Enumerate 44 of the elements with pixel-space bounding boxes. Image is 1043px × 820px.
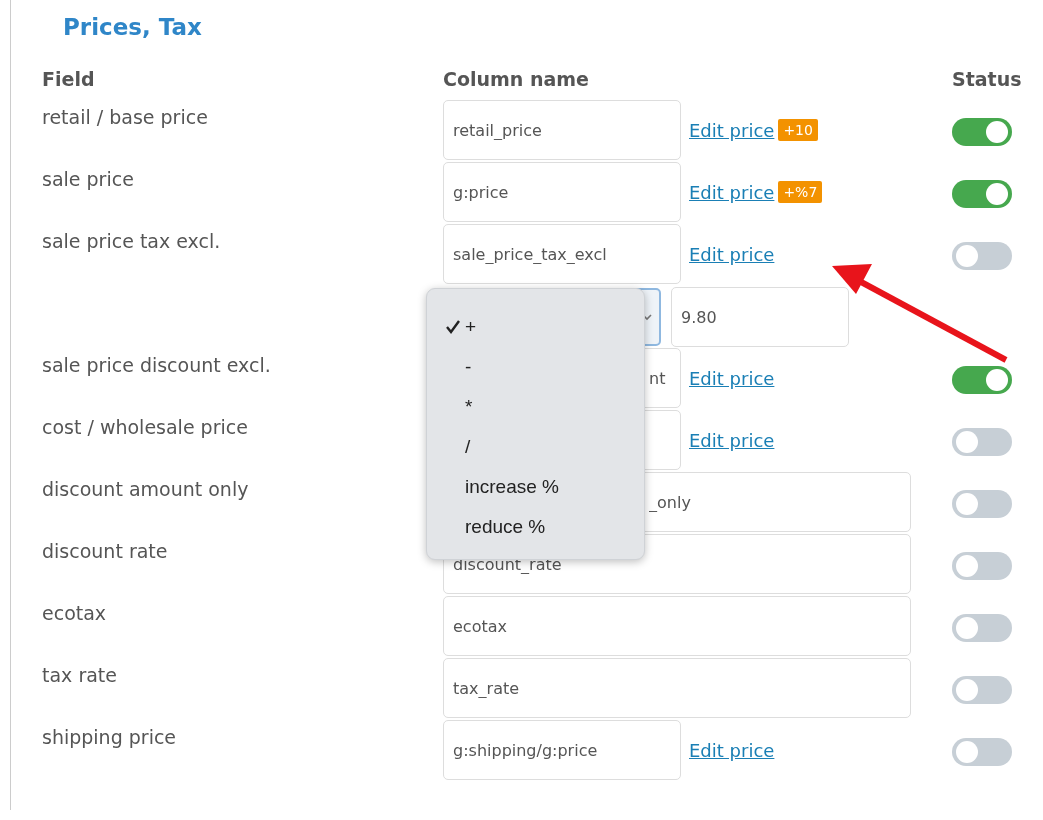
edit-price-link[interactable]: Edit price <box>689 739 775 761</box>
menu-option[interactable]: - <box>427 347 472 387</box>
field-label: sale price tax excl. <box>42 229 222 254</box>
field-label: cost / wholesale price <box>42 415 249 440</box>
column-name-input[interactable]: sale_price_tax_excl <box>443 224 681 284</box>
column-name-input[interactable]: retail_price <box>443 100 681 160</box>
amount-input[interactable]: 9.80 <box>671 287 849 347</box>
field-label: sale price <box>42 167 135 192</box>
price-adjustment-badge: +10 <box>778 119 818 141</box>
field-label: shipping price <box>42 725 178 750</box>
price-adjustment-badge: +%7 <box>778 181 823 203</box>
edit-price-link[interactable]: Edit price <box>689 119 775 141</box>
status-toggle[interactable] <box>952 180 1012 208</box>
status-toggle[interactable] <box>952 738 1012 766</box>
edit-price-link[interactable]: Edit price <box>689 181 775 203</box>
status-toggle[interactable] <box>952 366 1012 394</box>
section-title: Prices, Tax <box>63 14 203 42</box>
status-toggle[interactable] <box>952 614 1012 642</box>
status-toggle[interactable] <box>952 242 1012 270</box>
field-label: sale price discount excl. <box>42 353 272 378</box>
column-header: Field <box>42 67 96 92</box>
check-icon <box>445 319 461 335</box>
column-header: Column name <box>443 67 590 92</box>
field-label: discount amount only <box>42 477 250 502</box>
status-toggle[interactable] <box>952 552 1012 580</box>
status-toggle[interactable] <box>952 118 1012 146</box>
column-name-input[interactable]: ecotax <box>443 596 911 656</box>
column-name-input[interactable]: tax_rate <box>443 658 911 718</box>
edit-price-link[interactable]: Edit price <box>689 429 775 451</box>
field-label: ecotax <box>42 601 108 626</box>
edit-price-link[interactable]: Edit price <box>689 367 775 389</box>
menu-option[interactable]: / <box>427 427 471 467</box>
edit-price-link[interactable]: Edit price <box>689 243 775 265</box>
column-name-input[interactable]: g:shipping/g:price <box>443 720 681 780</box>
status-toggle[interactable] <box>952 428 1012 456</box>
menu-option[interactable]: + <box>427 307 477 347</box>
column-name-input[interactable]: g:price <box>443 162 681 222</box>
status-toggle[interactable] <box>952 676 1012 704</box>
field-label: retail / base price <box>42 105 209 130</box>
status-toggle[interactable] <box>952 490 1012 518</box>
field-label: tax rate <box>42 663 118 688</box>
column-header: Status <box>952 67 1023 92</box>
menu-option[interactable]: * <box>427 387 473 427</box>
field-label: discount rate <box>42 539 169 564</box>
